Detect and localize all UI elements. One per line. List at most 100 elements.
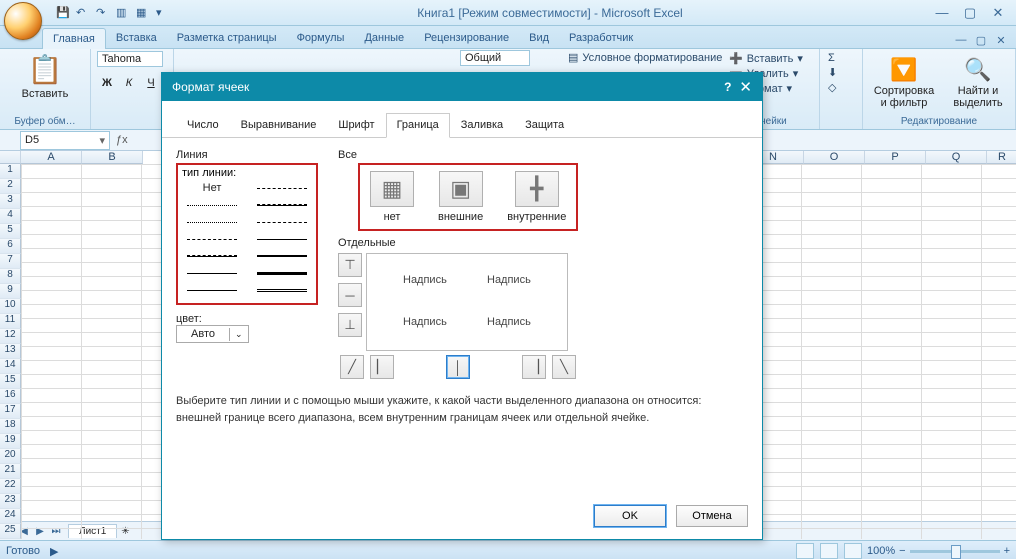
- cells-insert[interactable]: ➕Вставить▾: [727, 51, 813, 66]
- row-header[interactable]: 12: [0, 329, 21, 344]
- row-header[interactable]: 10: [0, 299, 21, 314]
- tab-page-layout[interactable]: Разметка страницы: [167, 28, 287, 48]
- border-left-button[interactable]: ▏: [370, 355, 394, 379]
- redo-icon[interactable]: ↷: [96, 6, 110, 20]
- line-style-option[interactable]: [252, 181, 312, 195]
- color-select[interactable]: Авто ⌄: [176, 325, 249, 343]
- line-style-option[interactable]: [182, 266, 242, 280]
- col-header[interactable]: B: [82, 151, 143, 164]
- name-box[interactable]: D5 ▾: [20, 131, 110, 150]
- line-style-option[interactable]: [182, 232, 242, 246]
- tab-home[interactable]: Главная: [42, 28, 106, 49]
- fx-icon[interactable]: ƒx: [116, 134, 128, 146]
- border-right-button[interactable]: ▕: [522, 355, 546, 379]
- qat-item-icon[interactable]: ▦: [136, 6, 150, 20]
- zoom-out-icon[interactable]: −: [899, 545, 905, 557]
- tab-view[interactable]: Вид: [519, 28, 559, 48]
- row-header[interactable]: 11: [0, 314, 21, 329]
- minimize-button[interactable]: —: [930, 4, 954, 22]
- page-break-view-button[interactable]: [844, 543, 862, 559]
- cancel-button[interactable]: Отмена: [676, 505, 748, 527]
- row-header[interactable]: 16: [0, 389, 21, 404]
- preset-none-button[interactable]: ▦: [370, 171, 414, 207]
- border-bottom-button[interactable]: ⊥: [338, 313, 362, 337]
- autosum-button[interactable]: Σ: [826, 51, 856, 65]
- italic-button[interactable]: К: [119, 73, 139, 93]
- row-header[interactable]: 14: [0, 359, 21, 374]
- line-style-option[interactable]: [252, 232, 312, 246]
- border-vmiddle-button[interactable]: │: [446, 355, 470, 379]
- row-header[interactable]: 13: [0, 344, 21, 359]
- find-select-button[interactable]: 🔍 Найти и выделить: [946, 55, 1010, 111]
- border-diag-up-button[interactable]: ╱: [340, 355, 364, 379]
- col-header[interactable]: O: [804, 151, 865, 164]
- dtab-alignment[interactable]: Выравнивание: [230, 113, 328, 137]
- save-icon[interactable]: 💾: [56, 6, 70, 20]
- row-header[interactable]: 5: [0, 224, 21, 239]
- fill-button[interactable]: ⬇: [826, 65, 856, 80]
- col-header[interactable]: R: [987, 151, 1016, 164]
- row-header[interactable]: 15: [0, 374, 21, 389]
- col-header[interactable]: A: [21, 151, 82, 164]
- row-header[interactable]: 19: [0, 434, 21, 449]
- border-preview[interactable]: Надпись Надпись Надпись Надпись: [366, 253, 568, 351]
- line-style-option[interactable]: [182, 198, 242, 212]
- dtab-protection[interactable]: Защита: [514, 113, 575, 137]
- number-format-box[interactable]: Общий: [460, 50, 530, 66]
- dtab-border[interactable]: Граница: [386, 113, 450, 138]
- line-style-none[interactable]: Нет: [182, 181, 242, 195]
- doc-minimize-icon[interactable]: —: [952, 32, 970, 48]
- border-hmiddle-button[interactable]: ─: [338, 283, 362, 307]
- normal-view-button[interactable]: [796, 543, 814, 559]
- doc-close-icon[interactable]: ✕: [992, 32, 1010, 48]
- row-header[interactable]: 7: [0, 254, 21, 269]
- line-style-option[interactable]: [182, 283, 242, 297]
- tab-review[interactable]: Рецензирование: [414, 28, 519, 48]
- row-header[interactable]: 20: [0, 449, 21, 464]
- row-header[interactable]: 2: [0, 179, 21, 194]
- row-header[interactable]: 8: [0, 269, 21, 284]
- tab-developer[interactable]: Разработчик: [559, 28, 643, 48]
- dialog-help-button[interactable]: ?: [724, 80, 731, 94]
- maximize-button[interactable]: ▢: [958, 4, 982, 22]
- tab-insert[interactable]: Вставка: [106, 28, 167, 48]
- doc-restore-icon[interactable]: ▢: [972, 32, 990, 48]
- row-header[interactable]: 22: [0, 479, 21, 494]
- line-style-option[interactable]: [252, 215, 312, 229]
- dtab-font[interactable]: Шрифт: [327, 113, 385, 137]
- bold-button[interactable]: Ж: [97, 73, 117, 93]
- page-layout-view-button[interactable]: [820, 543, 838, 559]
- line-style-option[interactable]: [182, 249, 242, 263]
- preset-inside-button[interactable]: ╋: [515, 171, 559, 207]
- ok-button[interactable]: OK: [594, 505, 666, 527]
- row-header[interactable]: 17: [0, 404, 21, 419]
- zoom-slider[interactable]: [910, 550, 1000, 553]
- line-style-option[interactable]: [252, 266, 312, 280]
- row-header[interactable]: 4: [0, 209, 21, 224]
- select-all-corner[interactable]: [0, 151, 21, 164]
- chevron-down-icon[interactable]: ⌄: [229, 328, 248, 341]
- line-style-option[interactable]: [252, 283, 312, 297]
- undo-icon[interactable]: ↶: [76, 6, 90, 20]
- row-header[interactable]: 18: [0, 419, 21, 434]
- close-button[interactable]: ✕: [986, 4, 1010, 22]
- border-diag-down-button[interactable]: ╲: [552, 355, 576, 379]
- underline-button[interactable]: Ч: [141, 73, 161, 93]
- border-top-button[interactable]: ⊤: [338, 253, 362, 277]
- clear-button[interactable]: ◇: [826, 80, 856, 95]
- conditional-formatting-button[interactable]: ▤Условное форматирование: [566, 50, 724, 65]
- row-header[interactable]: 9: [0, 284, 21, 299]
- qat-item-icon[interactable]: ▥: [116, 6, 130, 20]
- row-header[interactable]: 23: [0, 494, 21, 509]
- dtab-number[interactable]: Число: [176, 113, 230, 137]
- row-header[interactable]: 6: [0, 239, 21, 254]
- dtab-fill[interactable]: Заливка: [450, 113, 514, 137]
- tab-data[interactable]: Данные: [354, 28, 414, 48]
- tab-formulas[interactable]: Формулы: [287, 28, 355, 48]
- col-header[interactable]: Q: [926, 151, 987, 164]
- office-button[interactable]: [4, 2, 42, 40]
- line-style-option[interactable]: [252, 249, 312, 263]
- paste-button[interactable]: 📋 Вставить: [6, 51, 84, 102]
- dialog-close-button[interactable]: ✕: [739, 78, 752, 96]
- zoom-in-icon[interactable]: +: [1004, 545, 1010, 557]
